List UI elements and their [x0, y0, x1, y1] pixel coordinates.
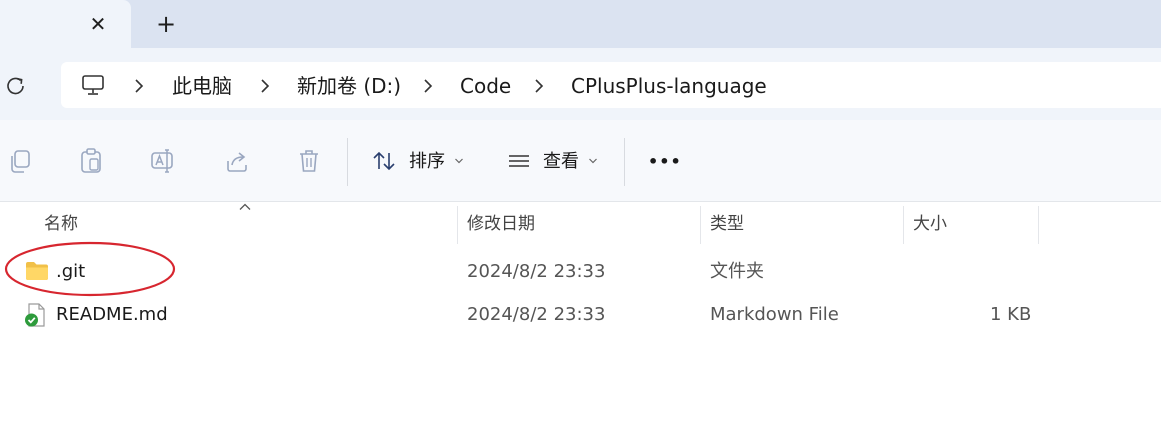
list-item[interactable]: .git 2024/8/2 23:33 文件夹 — [0, 252, 1161, 292]
markdown-file-icon — [25, 303, 45, 327]
list-item[interactable]: README.md 2024/8/2 23:33 Markdown File 1… — [0, 295, 1161, 335]
toolbar-divider — [624, 138, 625, 186]
column-divider[interactable] — [700, 206, 701, 244]
breadcrumb-cplusplus-language[interactable]: CPlusPlus-language — [571, 72, 767, 100]
refresh-icon[interactable] — [2, 74, 30, 98]
view-icon[interactable] — [506, 147, 532, 175]
column-header-type[interactable]: 类型 — [710, 210, 744, 242]
sort-button[interactable]: 排序 — [409, 150, 445, 174]
column-header-name[interactable]: 名称 — [44, 210, 78, 242]
share-icon[interactable] — [224, 147, 250, 175]
file-type: 文件夹 — [710, 261, 764, 282]
sort-icon[interactable] — [371, 147, 397, 175]
file-type: Markdown File — [710, 304, 839, 325]
chevron-right-icon[interactable] — [257, 74, 273, 98]
column-divider[interactable] — [1038, 206, 1039, 244]
copy-icon[interactable] — [7, 147, 33, 175]
file-size: 1 KB — [990, 304, 1032, 325]
chevron-right-icon[interactable] — [531, 74, 547, 98]
chevron-right-icon[interactable] — [420, 74, 436, 98]
view-button[interactable]: 查看 — [543, 150, 579, 174]
file-name[interactable]: .git — [56, 258, 85, 286]
sort-ascending-icon — [239, 203, 251, 210]
delete-icon[interactable] — [296, 147, 322, 175]
file-modified: 2024/8/2 23:33 — [467, 304, 606, 325]
file-modified: 2024/8/2 23:33 — [467, 261, 606, 282]
close-tab-button[interactable]: ✕ — [86, 12, 110, 36]
breadcrumb-code[interactable]: Code — [460, 72, 511, 100]
column-header-modified[interactable]: 修改日期 — [467, 210, 535, 242]
file-name[interactable]: README.md — [56, 301, 168, 329]
breadcrumb-volume-d[interactable]: 新加卷 (D:) — [297, 72, 401, 100]
tab-strip: ✕ + — [0, 0, 1161, 48]
more-options-button[interactable]: ••• — [648, 150, 682, 174]
column-divider[interactable] — [903, 206, 904, 244]
new-tab-button[interactable]: + — [153, 12, 179, 38]
chevron-down-icon[interactable] — [454, 157, 464, 165]
column-header-size[interactable]: 大小 — [913, 210, 947, 242]
toolbar-divider — [347, 138, 348, 186]
breadcrumb-this-pc[interactable]: 此电脑 — [172, 72, 232, 100]
column-divider[interactable] — [457, 206, 458, 244]
chevron-right-icon[interactable] — [131, 74, 147, 98]
chevron-down-icon[interactable] — [588, 157, 598, 165]
paste-icon[interactable] — [78, 147, 104, 175]
computer-icon[interactable] — [80, 74, 106, 96]
active-tab[interactable]: ✕ — [0, 0, 131, 48]
folder-icon — [26, 262, 48, 280]
rename-icon[interactable] — [150, 147, 176, 175]
